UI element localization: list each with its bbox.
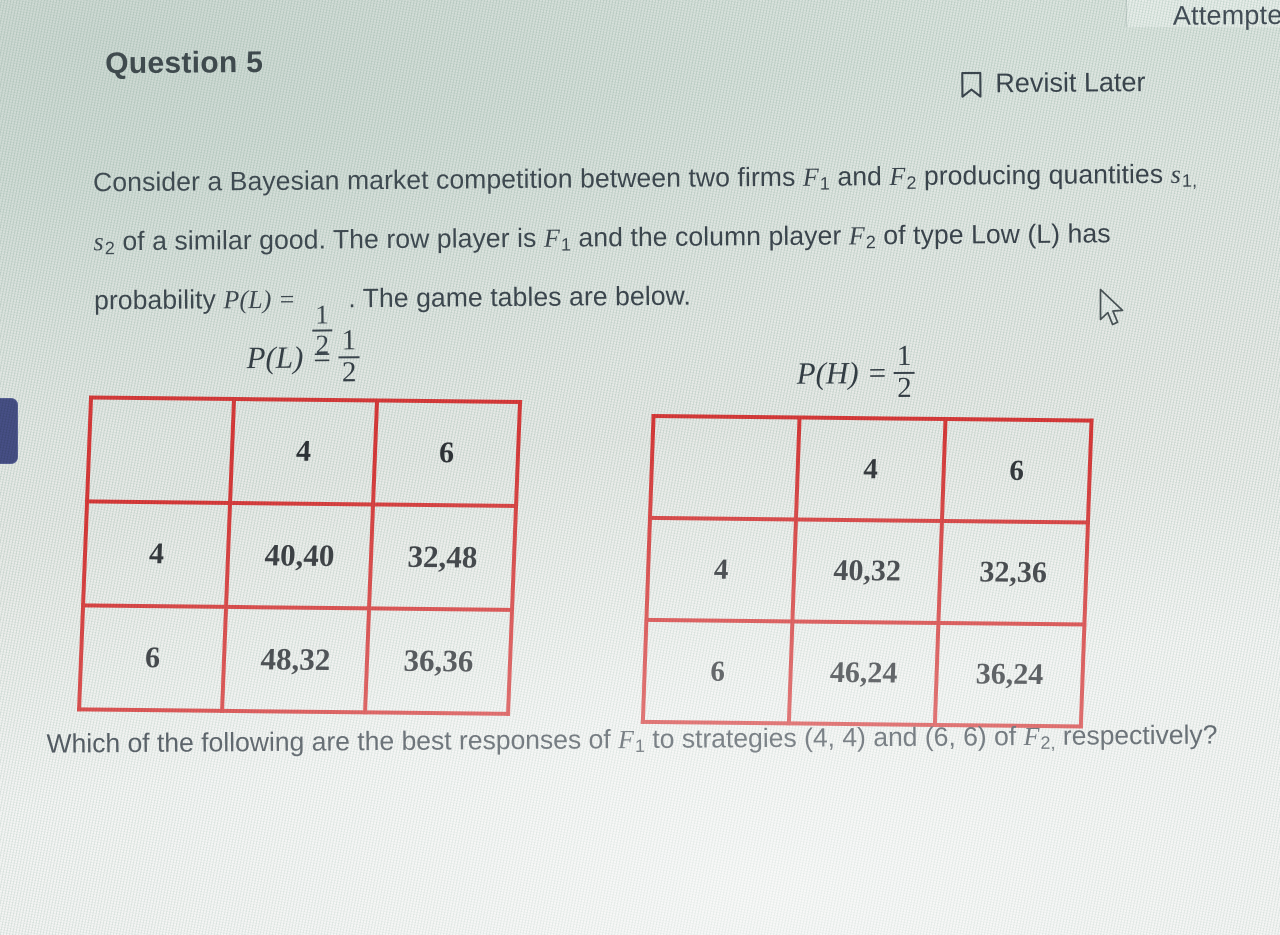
left-caption-equals: = [313,339,331,375]
table-row: 4 6 [649,415,1092,523]
mouse-cursor [1098,288,1128,332]
right-caption-fraction: 1 2 [894,339,915,404]
s2-symbol: s [93,227,104,257]
stem-text-6: . The game tables are below. [348,280,691,314]
left-corner-cell [87,397,235,503]
right-table-caption: P(H) = 1 2 [796,339,923,404]
s1-symbol: s [1170,159,1181,189]
right-cell-1-0: 46,24 [788,621,939,725]
firm-1-symbol-2: F [543,223,560,253]
left-cell-0-1: 32,48 [369,504,517,610]
revisit-later-button[interactable]: Revisit Later [960,67,1146,99]
attempted-tab-label: Attempte [1172,0,1280,31]
payoff-matrix-high: 4 6 4 40,32 32,36 6 46,24 36,24 [641,414,1094,729]
right-col-header-1: 6 [941,419,1092,523]
tail-firm-2-subscript: 2, [1040,732,1056,753]
firm-1-symbol: F [802,162,819,192]
probability-expression: P(L) = [223,284,296,315]
s2-subscript: 2 [104,238,116,259]
right-caption-prob: P(H) [796,354,859,391]
right-cell-1-1: 36,24 [934,622,1085,727]
firm-2-subscript: 2 [906,172,917,193]
stem-and-1: and [837,161,883,192]
payoff-matrix-low: 4 6 4 40,40 32,48 6 48,32 36,36 [77,395,522,715]
table-row: 6 48,32 36,36 [79,605,513,714]
left-col-header-0: 4 [230,398,378,505]
table-row: 4 6 [87,397,521,506]
stem-text-3: of a similar good. The row player is [122,222,537,257]
left-cell-0-0: 40,40 [226,502,374,609]
right-cell-0-0: 40,32 [792,519,942,623]
firm-1-subscript-2: 1 [560,234,572,255]
question-prompt: Which of the following are the best resp… [46,714,1256,771]
stem-text-2: producing quantities [923,158,1164,191]
tail-firm-2-symbol: F [1023,721,1040,751]
left-caption-denominator: 2 [338,355,360,388]
right-row-header-0: 4 [646,517,796,622]
right-cell-0-1: 32,36 [938,521,1088,625]
firm-2-symbol: F [889,161,906,192]
bookmark-icon [960,71,982,98]
table-row: 6 46,24 36,24 [642,619,1085,727]
page-title: Question 5 [105,45,264,81]
left-row-header-0: 4 [83,501,231,607]
firm-2-symbol-2: F [848,221,865,251]
left-edge-blue-chip[interactable] [0,398,18,464]
fraction-numerator: 1 [315,299,330,330]
right-col-header-0: 4 [795,417,946,522]
tail-firm-1-subscript: 1 [634,735,646,757]
tail-firm-1-symbol: F [617,725,635,755]
right-caption-numerator: 1 [896,339,912,372]
stem-text-1: Consider a Bayesian market competition b… [92,161,796,198]
right-caption-equals: = [868,354,887,390]
left-col-header-1: 6 [373,400,521,506]
tail-text-2: to strategies (4, 4) and (6, 6) of [652,721,1017,754]
left-cell-1-1: 36,36 [365,608,513,714]
revisit-later-label: Revisit Later [995,67,1146,99]
right-corner-cell [649,415,800,520]
page-content: Attempte Question 5 Revisit Later Consid… [0,0,1280,935]
stem-text-4: and the column player [578,220,842,253]
left-table-caption: P(L) = 1 2 [246,324,368,388]
s1-subscript: 1, [1181,170,1198,191]
tail-text-1: Which of the following are the best resp… [46,724,611,759]
screen-photo: Attempte Question 5 Revisit Later Consid… [0,0,1280,935]
right-row-header-1: 6 [642,619,793,724]
left-row-header-1: 6 [79,605,227,711]
tail-text-3: respectively? [1062,719,1218,751]
left-caption-prob: P(L) [246,339,304,375]
left-caption-fraction: 1 2 [338,324,360,388]
firm-1-subscript: 1 [819,173,831,194]
table-row: 4 40,40 32,48 [83,501,517,610]
right-caption-denominator: 2 [894,371,915,404]
firm-2-subscript-2: 2 [865,232,877,253]
left-caption-numerator: 1 [341,324,357,357]
left-cell-1-0: 48,32 [222,606,370,713]
table-row: 4 40,32 32,36 [646,517,1088,625]
